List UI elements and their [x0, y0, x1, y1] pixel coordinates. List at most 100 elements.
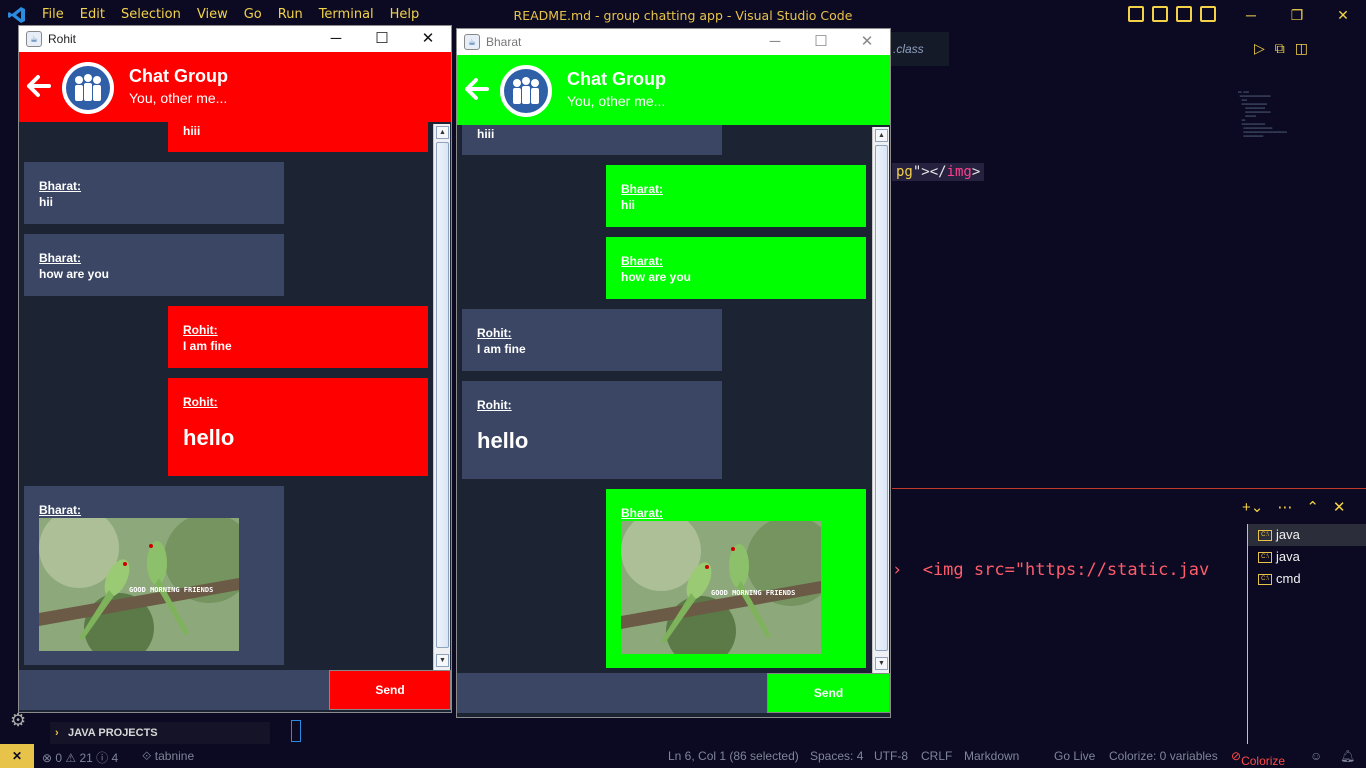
message-input[interactable] — [457, 673, 767, 713]
message-text: hello — [183, 425, 235, 450]
activity-bar: ⚙ — [0, 30, 26, 744]
message-bubble: Bharat: GOOD MORNING FRIENDS — [606, 489, 866, 668]
editor-tab[interactable]: .class — [885, 32, 949, 66]
terminal-label: java — [1276, 527, 1300, 542]
maximize-icon[interactable]: ☐ — [359, 26, 405, 52]
colorize-status[interactable]: ⊘ Colorize — [1231, 749, 1285, 768]
message-bubble: hiii — [462, 125, 722, 155]
message-bubble: Bharat: how are you — [24, 234, 284, 296]
maximize-panel-icon[interactable]: ⌃ — [1306, 498, 1319, 516]
message-text: how are you — [621, 270, 692, 284]
message-author: Bharat: — [39, 179, 82, 193]
message-author: Bharat: — [39, 251, 82, 265]
toggle-panel-icon[interactable] — [1152, 6, 1168, 22]
close-panel-icon[interactable]: ✕ — [1333, 498, 1346, 516]
message-bubble: hiii — [168, 122, 428, 152]
message-list[interactable]: hiii Bharat: hii Bharat: how are you Roh… — [19, 122, 433, 670]
new-terminal-icon[interactable]: +⌄ — [1242, 498, 1263, 516]
terminal-output[interactable]: › <img src="https://static.jav — [892, 560, 1209, 580]
java-projects-section[interactable]: › JAVA PROJECTS — [50, 722, 270, 744]
vertical-scrollbar[interactable]: ▲ ▼ — [872, 127, 889, 673]
message-text: how are you — [39, 267, 110, 281]
message-author: Rohit: — [477, 326, 512, 340]
parrot-image[interactable]: GOOD MORNING FRIENDS — [621, 521, 821, 654]
maximize-icon[interactable]: ☐ — [798, 29, 844, 55]
close-icon[interactable]: ✕ — [844, 29, 890, 55]
minimap[interactable]: ▬▬ ▬▬▬ ▬▬▬▬▬▬▬▬▬▬▬▬▬▬▬▬▬ ▬▬▬ ▬▬▬▬▬▬▬▬▬▬▬… — [1238, 86, 1348, 156]
cursor-position-status[interactable]: Ln 6, Col 1 (86 selected) — [668, 749, 799, 763]
golive-status[interactable]: Go Live — [1054, 749, 1095, 763]
window-titlebar[interactable]: ☕︎ Rohit ─ ☐ ✕ — [19, 26, 451, 52]
message-text: hii — [39, 195, 53, 209]
scroll-down-icon[interactable]: ▼ — [436, 654, 449, 667]
chat-group-members: You, other me... — [567, 93, 666, 109]
tabnine-status[interactable]: ⟐ tabnine — [142, 749, 194, 764]
close-icon[interactable]: ✕ — [405, 26, 451, 52]
panel-actions: +⌄ ⋯ ⌃ ✕ — [1242, 498, 1345, 516]
scroll-down-icon[interactable]: ▼ — [875, 657, 888, 670]
settings-gear-icon[interactable]: ⚙ — [10, 710, 26, 731]
terminal-item[interactable]: C:\ cmd — [1248, 568, 1366, 590]
java-projects-label: JAVA PROJECTS — [68, 727, 158, 739]
layout-controls — [1128, 6, 1216, 22]
message-text: hiii — [183, 124, 201, 138]
remote-indicator-icon[interactable]: ✕ — [0, 744, 34, 768]
message-input[interactable] — [19, 670, 329, 710]
open-preview-icon[interactable]: ⧉ — [1275, 40, 1285, 57]
customize-layout-icon[interactable] — [1200, 6, 1216, 22]
restore-icon[interactable]: ❐ — [1274, 0, 1320, 30]
message-author: Rohit: — [183, 323, 218, 337]
feedback-icon[interactable]: ☺ — [1310, 749, 1322, 763]
group-avatar-icon[interactable] — [500, 65, 552, 117]
send-button[interactable]: Send — [767, 673, 890, 713]
back-arrow-icon[interactable] — [25, 72, 53, 100]
chevron-right-icon: › — [55, 727, 59, 739]
message-author: Bharat: — [621, 254, 664, 268]
scroll-up-icon[interactable]: ▲ — [436, 126, 449, 139]
terminal-item[interactable]: C:\ java — [1248, 524, 1366, 546]
minimize-icon[interactable]: ─ — [313, 26, 359, 52]
rohit-chat-window: ☕︎ Rohit ─ ☐ ✕ Chat Group You, other me.… — [18, 25, 452, 713]
colorize-vars-status[interactable]: Colorize: 0 variables — [1109, 749, 1218, 763]
terminal-cursor — [291, 720, 301, 742]
bharat-chat-window: ☕︎ Bharat ─ ☐ ✕ Chat Group You, other me… — [456, 28, 891, 718]
java-app-icon: ☕︎ — [26, 31, 42, 47]
problems-status[interactable]: ⊗ 0 ⚠ 21 ⓘ 4 — [42, 749, 118, 766]
scroll-thumb[interactable] — [436, 142, 449, 648]
vertical-scrollbar[interactable]: ▲ ▼ — [433, 124, 450, 670]
run-icon[interactable]: ▷ — [1254, 40, 1265, 57]
send-button[interactable]: Send — [329, 670, 451, 710]
code-line: pg"></img> — [892, 163, 985, 181]
message-bubble: Rohit: I am fine — [168, 306, 428, 368]
editor-actions: ▷ ⧉ ◫ — [1254, 40, 1308, 57]
language-status[interactable]: Markdown — [964, 749, 1019, 763]
scroll-thumb[interactable] — [875, 145, 888, 651]
message-list[interactable]: hiii Bharat: hii Bharat: how are you Roh… — [457, 125, 872, 673]
indentation-status[interactable]: Spaces: 4 — [810, 749, 863, 763]
window-titlebar[interactable]: ☕︎ Bharat ─ ☐ ✕ — [457, 29, 890, 55]
vscode-window-controls: ─ ❐ ✕ — [1228, 0, 1366, 30]
back-arrow-icon[interactable] — [463, 75, 491, 103]
parrot-image[interactable]: GOOD MORNING FRIENDS — [39, 518, 239, 651]
close-icon[interactable]: ✕ — [1320, 0, 1366, 30]
message-author: Bharat: — [621, 182, 664, 196]
window-title: Rohit — [48, 32, 77, 46]
colorize-label: Colorize — [1241, 754, 1286, 768]
toggle-sidebar-icon[interactable] — [1128, 6, 1144, 22]
minimize-icon[interactable]: ─ — [1228, 0, 1274, 30]
message-author: Bharat: — [39, 503, 82, 517]
java-app-icon: ☕︎ — [464, 34, 480, 50]
scroll-up-icon[interactable]: ▲ — [875, 129, 888, 142]
minimize-icon[interactable]: ─ — [752, 29, 798, 55]
encoding-status[interactable]: UTF-8 — [874, 749, 908, 763]
more-actions-icon[interactable]: ⋯ — [1277, 498, 1292, 516]
chat-group-members: You, other me... — [129, 90, 228, 106]
group-avatar-icon[interactable] — [62, 62, 114, 114]
message-text: hello — [477, 428, 529, 453]
toggle-secondary-sidebar-icon[interactable] — [1176, 6, 1192, 22]
terminal-item[interactable]: C:\ java — [1248, 546, 1366, 568]
eol-status[interactable]: CRLF — [921, 749, 952, 763]
notifications-bell-icon[interactable]: 🔔︎ — [1340, 749, 1355, 763]
terminal-label: cmd — [1276, 571, 1301, 586]
split-editor-icon[interactable]: ◫ — [1295, 40, 1308, 57]
